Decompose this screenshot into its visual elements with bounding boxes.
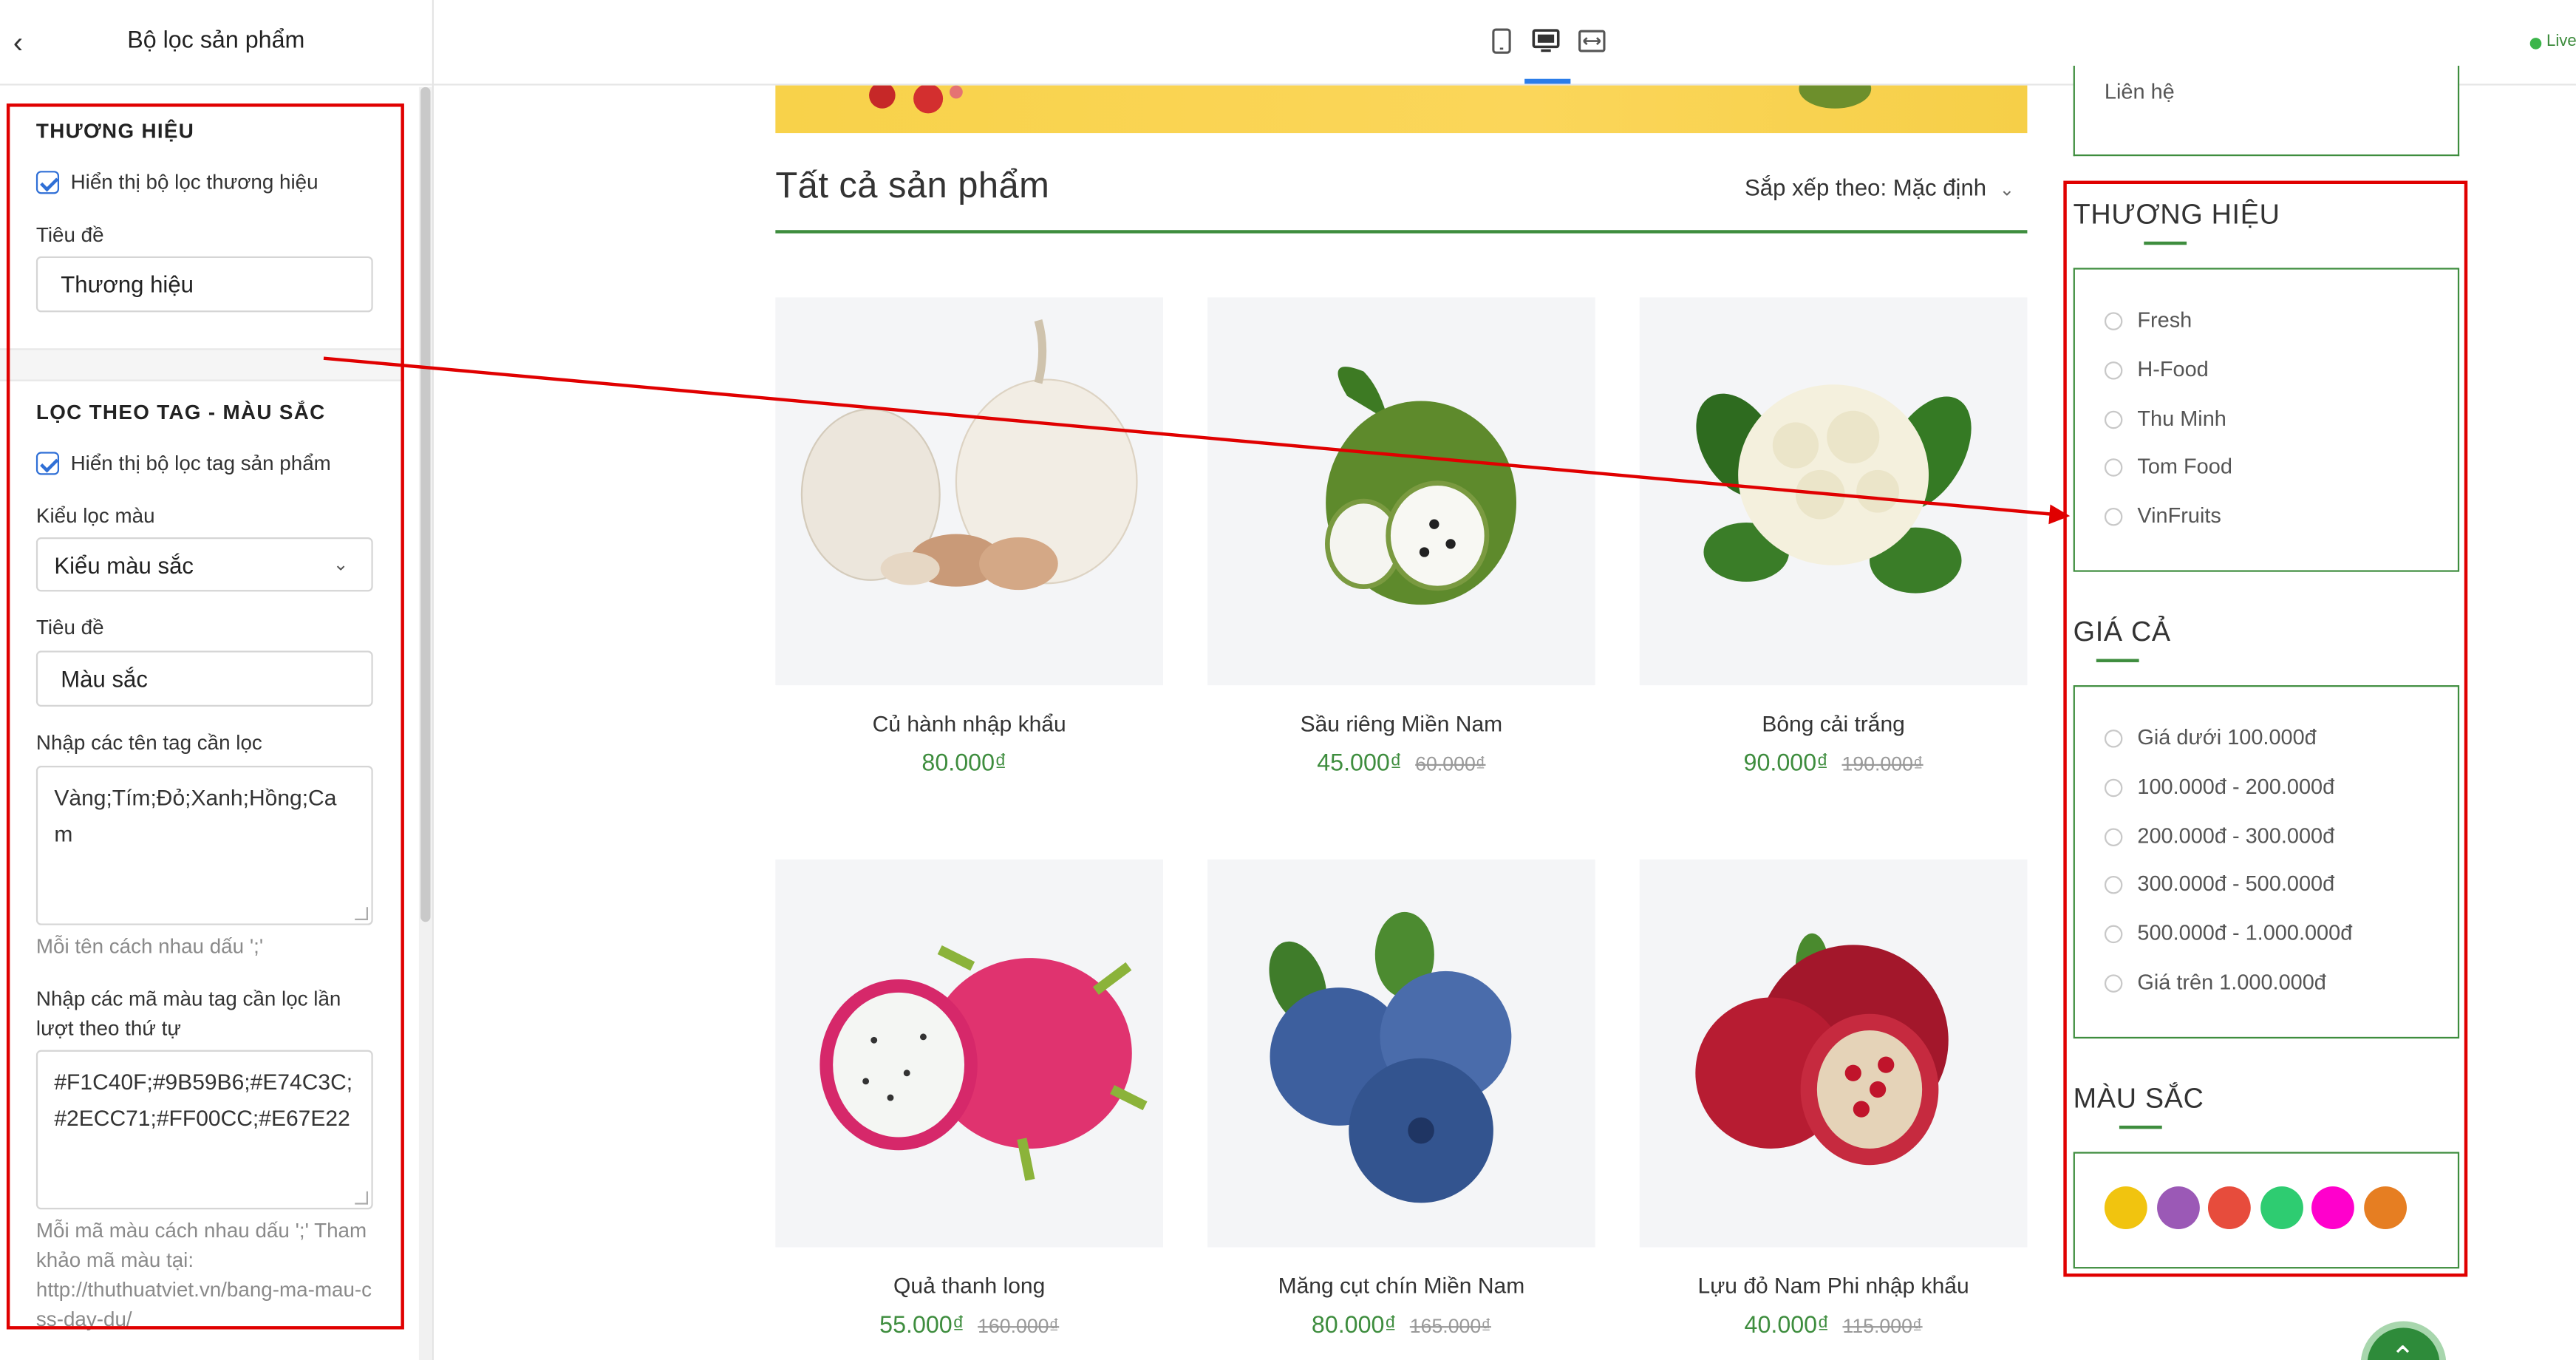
- annotation-arrow: [323, 356, 2071, 525]
